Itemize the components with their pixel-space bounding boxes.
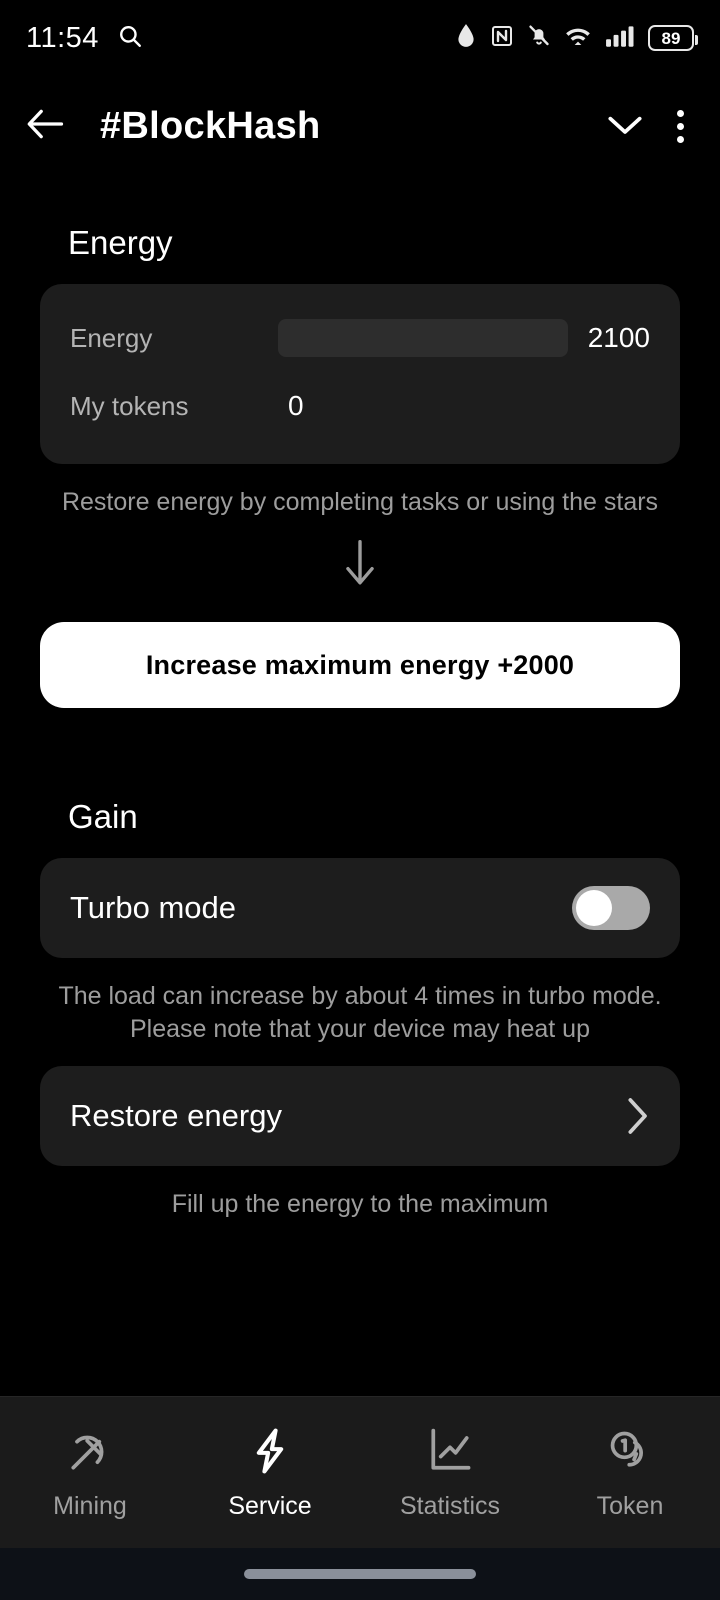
app-bar: #BlockHash: [0, 76, 720, 176]
tokens-value: 0: [288, 390, 304, 421]
nav-item-service[interactable]: Service: [180, 1397, 360, 1548]
line-chart-icon: [424, 1425, 476, 1482]
arrow-down-icon: [40, 537, 680, 594]
water-drop-icon: [455, 23, 477, 54]
bell-muted-icon: [527, 23, 551, 53]
restore-energy-row[interactable]: Restore energy: [40, 1066, 680, 1166]
tokens-row-label: My tokens: [70, 390, 189, 421]
cellular-signal-icon: [605, 24, 635, 53]
main-content: Energy Energy 2100 My tokens 0 Restore e…: [0, 224, 720, 1221]
turbo-mode-label: Turbo mode: [70, 890, 236, 925]
energy-card: Energy 2100 My tokens 0: [40, 284, 680, 464]
increase-max-energy-button[interactable]: Increase maximum energy +2000: [40, 622, 680, 708]
gesture-navigation-bar: [0, 1548, 720, 1600]
status-time: 11:54: [26, 21, 99, 54]
back-arrow-icon[interactable]: [26, 107, 64, 146]
energy-value: 2100: [587, 322, 650, 353]
nav-item-mining[interactable]: Mining: [0, 1397, 180, 1548]
nav-label-mining: Mining: [53, 1491, 127, 1520]
nav-item-statistics[interactable]: Statistics: [360, 1397, 540, 1548]
turbo-mode-hint: The load can increase by about 4 times i…: [58, 982, 662, 1043]
bottom-navigation: Mining Service Statistics Token: [0, 1396, 720, 1548]
coins-icon: [604, 1425, 656, 1482]
battery-indicator: 89: [648, 25, 698, 51]
restore-energy-label: Restore energy: [70, 1098, 282, 1133]
pickaxe-icon: [64, 1425, 116, 1482]
nav-item-token[interactable]: Token: [540, 1397, 720, 1548]
tokens-row: My tokens 0: [70, 378, 650, 434]
turbo-mode-row[interactable]: Turbo mode: [40, 858, 680, 958]
nfc-icon: [490, 24, 514, 53]
search-icon[interactable]: [117, 23, 143, 54]
more-vertical-icon[interactable]: [667, 104, 694, 149]
chevron-right-icon: [624, 1096, 650, 1136]
energy-section-heading: Energy: [68, 224, 173, 261]
energy-row-label: Energy: [70, 322, 153, 353]
energy-progress-bar: [277, 319, 568, 357]
energy-hint: Restore energy by completing tasks or us…: [61, 488, 659, 516]
status-bar: 11:54 89: [0, 0, 720, 76]
nav-label-statistics: Statistics: [399, 1491, 501, 1520]
gain-section-heading: Gain: [68, 798, 138, 835]
home-handle[interactable]: [244, 1569, 476, 1579]
wifi-icon: [564, 24, 592, 53]
restore-energy-hint: Fill up the energy to the maximum: [171, 1190, 549, 1218]
battery-level: 89: [661, 28, 681, 48]
page-title: #BlockHash: [100, 104, 321, 147]
nav-label-token: Token: [596, 1491, 664, 1520]
chevron-down-icon[interactable]: [605, 110, 645, 143]
turbo-mode-toggle[interactable]: [572, 886, 650, 930]
energy-row: Energy 2100: [70, 310, 650, 366]
lightning-bolt-icon: [244, 1425, 296, 1482]
nav-label-service: Service: [228, 1491, 312, 1520]
